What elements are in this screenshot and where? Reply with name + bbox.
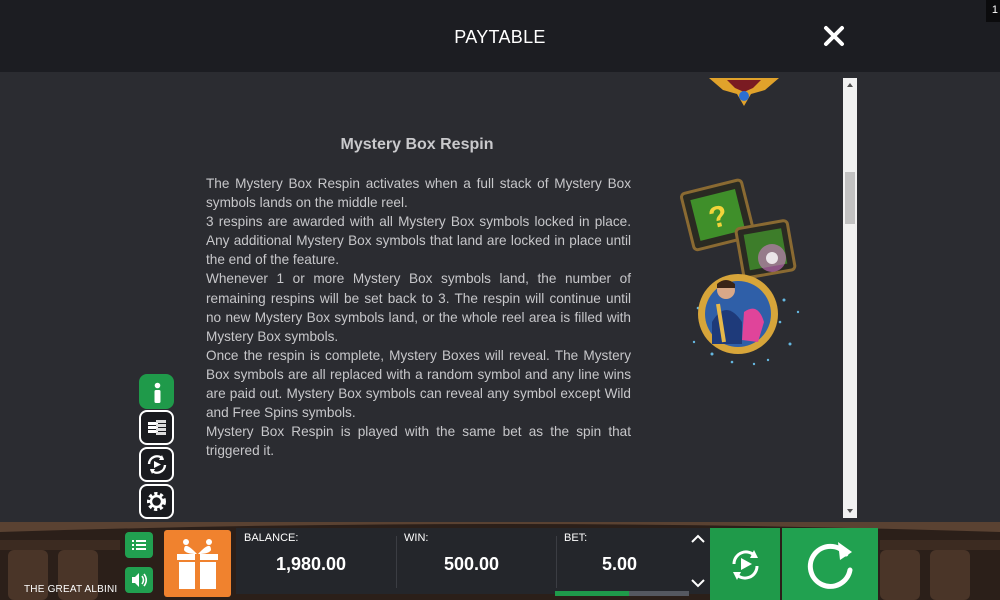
autoplay-icon [732,550,759,580]
game-name: THE GREAT ALBINI [24,584,118,595]
game-control-bar: THE GREAT ALBINI BALANCE: 1,980.00 WIN: … [0,522,1000,600]
chevron-up-icon [691,534,705,543]
corner-badge: 1 [986,0,1000,22]
section-heading: Mystery Box Respin [340,136,494,153]
sound-button[interactable] [125,567,153,593]
scroll-up-button[interactable] [843,78,857,92]
balance-value: 1,980.00 [276,554,347,574]
bet-level-indicator [555,591,629,596]
paytable-header: PAYTABLE [0,0,1000,72]
mystery-box-symbol-image: ? [679,178,800,366]
stats-panel: BALANCE: 1,980.00 WIN: 500.00 BET: 5.00 [236,528,711,594]
menu-button[interactable] [125,532,153,558]
sound-icon [132,573,148,587]
paragraph: Whenever 1 or more Mystery Box symbols l… [206,271,631,344]
autoplay-settings-button[interactable] [139,447,174,482]
balance-label: BALANCE: [244,532,299,544]
autoplay-icon [147,455,167,474]
ornament-symbol-image [709,78,779,106]
paytable-screen: PAYTABLE 1 Mystery Box Respin The Myster… [0,0,1000,600]
win-label: WIN: [404,532,429,544]
spin-button[interactable] [782,528,878,600]
bet-cell: BET: 5.00 [556,528,686,594]
paragraph: The Mystery Box Respin activates when a … [206,176,631,211]
close-icon [824,26,844,46]
win-value: 500.00 [444,554,500,574]
page-title: PAYTABLE [454,27,546,47]
triangle-down-icon [847,509,853,513]
section-body: The Mystery Box Respin activates when a … [206,174,631,460]
bet-level-track [629,591,689,596]
paragraph: Mystery Box Respin is played with the sa… [206,424,631,459]
scroll-down-button[interactable] [843,504,857,518]
coins-icon [148,420,166,435]
balance-cell: BALANCE: 1,980.00 [236,528,396,594]
info-icon [154,382,161,403]
triangle-up-icon [847,83,853,87]
autoplay-button[interactable] [710,528,780,600]
menu-icon [132,540,146,550]
spin-icon [807,542,853,589]
paragraph: 3 respins are awarded with all Mystery B… [206,214,631,268]
bet-settings-button[interactable] [139,410,174,445]
bet-value: 5.00 [602,554,638,574]
gift-button[interactable] [164,530,231,597]
gift-icon [177,539,218,589]
bet-stepper-icons [691,534,705,588]
info-button[interactable] [139,374,174,409]
paragraph: Once the respin is complete, Mystery Box… [206,347,631,421]
chevron-down-icon [691,579,705,588]
settings-button[interactable] [139,484,174,519]
close-button[interactable] [822,24,846,48]
bet-stepper[interactable] [686,528,710,594]
scrollbar[interactable] [843,78,857,518]
win-cell: WIN: 500.00 [396,528,556,594]
scrollbar-thumb[interactable] [845,172,855,224]
settings-icon [147,492,166,511]
bet-label: BET: [564,532,588,544]
